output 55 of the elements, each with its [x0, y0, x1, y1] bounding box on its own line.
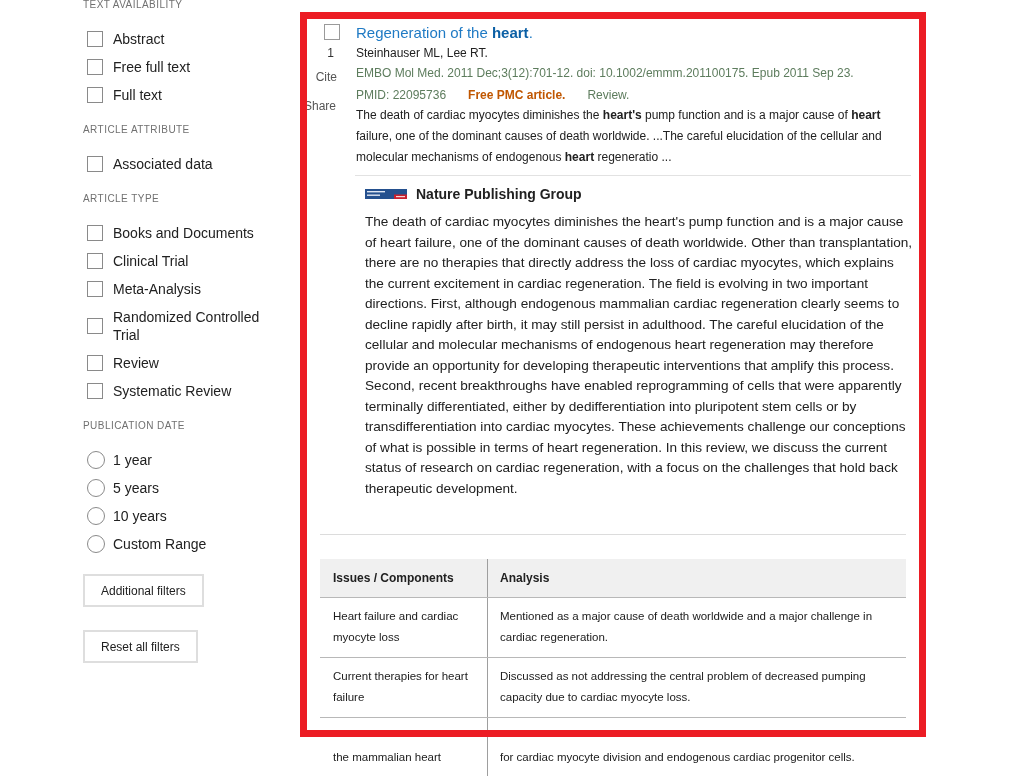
checkbox[interactable]	[87, 318, 103, 334]
radio-button[interactable]	[87, 535, 105, 553]
checkbox[interactable]	[87, 156, 103, 172]
checkbox[interactable]	[87, 225, 103, 241]
action-link[interactable]: Cite	[315, 69, 337, 85]
filter-option-label[interactable]: Custom Range	[113, 535, 207, 553]
table-cell-text: Discussed as not addressing the central problem of decreased pumping capacity due to cardiac myocyte loss.	[500, 670, 866, 703]
result-number: 1	[327, 45, 334, 61]
filter-option-label[interactable]: Systematic Review	[113, 382, 232, 400]
pmid-text: PMID: 22095736	[356, 87, 447, 104]
publication-type-label: Review.	[587, 87, 630, 104]
filter-option-label[interactable]: 1 year	[113, 451, 152, 469]
citation-text: EMBO Mol Med. 2011 Dec;3(12):701-12. doi: 10.1002/emmm.201100175. Epub 2011 Sep 23.	[356, 65, 854, 82]
checkbox[interactable]	[87, 281, 103, 297]
column-header: Analysis	[500, 571, 550, 585]
filter-option-label[interactable]: 5 years	[113, 479, 159, 497]
filter-option-label[interactable]: Abstract	[113, 30, 165, 48]
checkbox[interactable]	[87, 59, 103, 75]
abstract-text: The death of cardiac myocytes diminishes the heart's pump function and is a major cause of heart failure, one of the dominant causes of death worldwide. Other than transplantation, there are no therapies that directly address the loss of cardiac myocytes, which explains the current excitement in cardiac regeneration. The field is evolving in two important directions. First, although endogenous mammalian cardiac regeneration clearly seems to decline rapidly after birth, it may still persist in adulthood. The careful elucidation of the cellular and molecular mechanisms of endogenous heart regeneration may therefore provide an opportunity for developing therapeutic interventions that amplify this process. Second, recent breakthroughs have enabled reprogramming of cells that were apparently terminally differentiated, either by dedifferentiation into pluripotent stem cells or by transdifferentiation into cardiac myocytes. These achievements challenge our conceptions of what is possible in terms of heart regeneration. In this review, we discuss the current status of research on cardiac regeneration, with a focus on the challenges that hold back therapeutic development.	[365, 213, 913, 498]
filter-option-label[interactable]: Clinical Trial	[113, 252, 189, 270]
checkbox[interactable]	[87, 31, 103, 47]
article-title-link[interactable]: Regeneration of the heart.	[356, 23, 533, 43]
table-cell-text: the mammalian heart	[333, 751, 442, 763]
publisher-name: Nature Publishing Group	[416, 185, 582, 203]
journal-logo	[365, 189, 407, 199]
filter-option-label[interactable]: 10 years	[113, 507, 167, 525]
filter-option-label[interactable]: Full text	[113, 86, 162, 104]
filter-section-heading: PUBLICATION DATE	[83, 421, 185, 431]
authors-text: Steinhauser ML, Lee RT.	[356, 45, 488, 62]
table-cell-text: Current therapies for heart failure	[333, 670, 468, 703]
table-cell-text: Mentioned as a major cause of death worldwide and a major challenge in cardiac regeneration.	[500, 610, 873, 643]
filter-option-label[interactable]: Associated data	[113, 155, 213, 173]
filter-section-heading: ARTICLE ATTRIBUTE	[83, 125, 190, 135]
filter-option-label[interactable]: Meta-Analysis	[113, 280, 201, 298]
abstract-snippet: The death of cardiac myocytes diminishes the heart's pump function and is a major cause of heart failure, one of the dominant causes of death worldwide. ...The careful elucidation of the cellular and molecular mechanisms of endogenous heart regeneratio ...	[356, 107, 883, 166]
table-cell-text: for cardiac myocyte division and endogenous cardiac progenitor cells.	[500, 751, 855, 763]
filter-option-label[interactable]: Books and Documents	[113, 224, 254, 242]
filter-option-label[interactable]: Review	[113, 354, 159, 372]
radio-button[interactable]	[87, 451, 105, 469]
filter-button[interactable]: Additional filters	[83, 574, 204, 607]
column-header: Issues / Components	[333, 571, 454, 585]
checkbox[interactable]	[87, 253, 103, 269]
filter-section-heading: TEXT AVAILABILITY	[83, 0, 183, 10]
checkbox[interactable]	[87, 383, 103, 399]
checkbox[interactable]	[87, 87, 103, 103]
radio-button[interactable]	[87, 479, 105, 497]
filter-option-label[interactable]: Free full text	[113, 58, 191, 76]
filter-button[interactable]: Reset all filters	[83, 630, 198, 663]
radio-button[interactable]	[87, 507, 105, 525]
filter-section-heading: ARTICLE TYPE	[83, 194, 160, 204]
filter-option-label[interactable]: Randomized Controlled Trial	[113, 308, 273, 344]
checkbox[interactable]	[324, 24, 340, 40]
table-cell-text: Heart failure and cardiac myocyte loss	[333, 610, 459, 643]
checkbox[interactable]	[87, 355, 103, 371]
free-article-label: Free PMC article.	[468, 87, 566, 104]
